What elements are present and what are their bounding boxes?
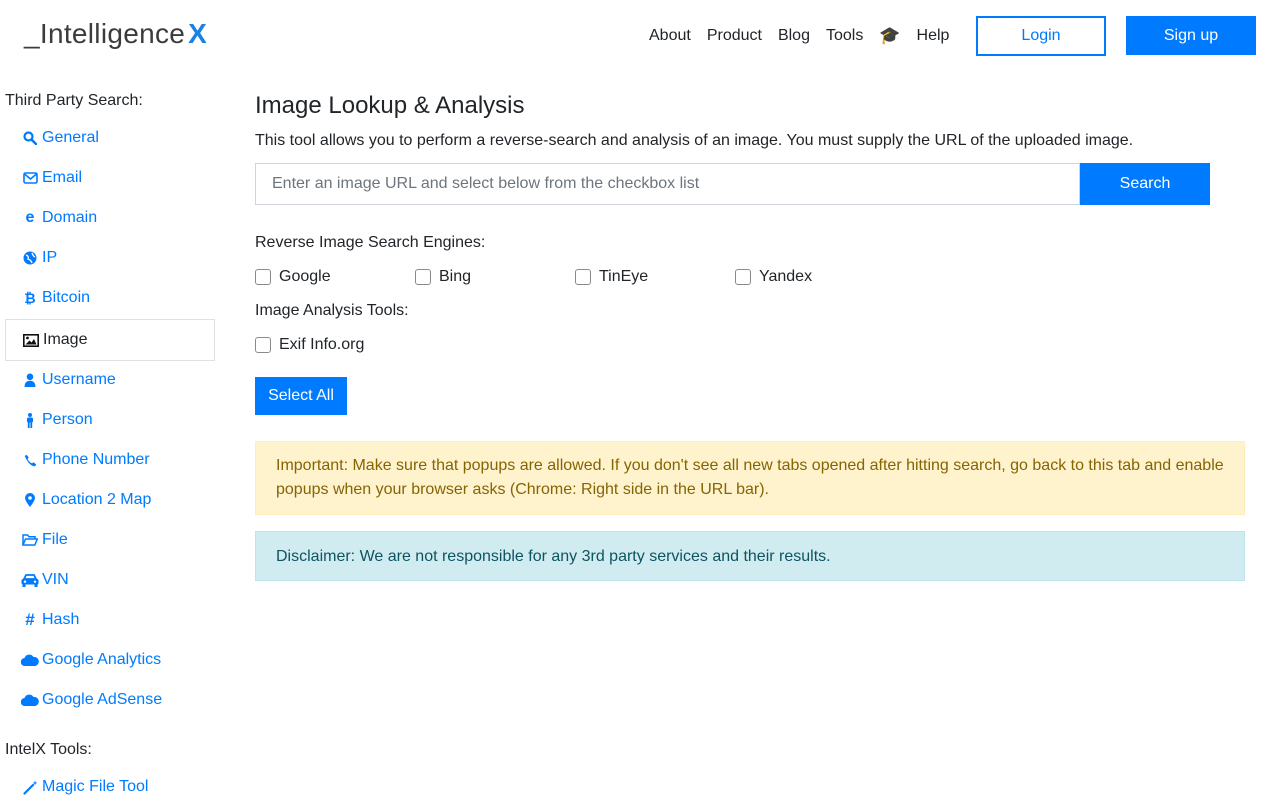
hashtag-icon: #: [25, 610, 35, 629]
sidebar-item-hash[interactable]: # Hash: [5, 600, 215, 640]
sidebar-item-person[interactable]: Person: [5, 400, 215, 440]
sidebar-item-label: Username: [42, 371, 116, 388]
image-url-input[interactable]: [255, 163, 1080, 205]
sidebar-item-label: VIN: [42, 571, 69, 588]
logo-x: X: [188, 18, 208, 49]
sidebar-item-vin[interactable]: VIN: [5, 560, 215, 600]
sidebar-item-label: Bitcoin: [42, 289, 91, 306]
popup-warning-alert: Important: Make sure that popups are all…: [255, 441, 1245, 515]
sidebar-item-label: Google Analytics: [42, 651, 162, 668]
login-button[interactable]: Login: [976, 16, 1106, 56]
checkbox-label: Exif Info.org: [279, 336, 365, 353]
checkbox-tineye[interactable]: TinEye: [575, 268, 735, 286]
sidebar-item-file[interactable]: File: [5, 520, 215, 560]
checkbox-box[interactable]: [575, 269, 591, 285]
checkbox-google[interactable]: Google: [255, 268, 415, 286]
main-nav: About Product Blog Tools 🎓 Help: [649, 26, 965, 46]
search-button[interactable]: Search: [1080, 163, 1210, 205]
sidebar-item-google-analytics[interactable]: Google Analytics: [5, 640, 215, 680]
sidebar-item-location-2-map[interactable]: Location 2 Map: [5, 480, 215, 520]
checkbox-label: Yandex: [759, 268, 813, 285]
phone-icon: [21, 454, 39, 467]
sidebar-item-label: Domain: [42, 209, 98, 226]
checkbox-box[interactable]: [255, 337, 271, 353]
user-icon: [21, 373, 39, 387]
nav-product[interactable]: Product: [707, 27, 762, 45]
nav-about[interactable]: About: [649, 27, 691, 45]
logo-text: _Intelligence: [24, 18, 186, 49]
checkbox-yandex[interactable]: Yandex: [735, 268, 895, 286]
sidebar-item-label: Image: [43, 331, 88, 348]
page-description: This tool allows you to perform a revers…: [255, 132, 1134, 149]
car-icon: [21, 573, 39, 587]
bitcoin-icon: ₿: [24, 290, 36, 306]
signup-button[interactable]: Sign up: [1126, 16, 1256, 55]
checkbox-label: Bing: [439, 268, 472, 285]
envelope-icon: [21, 172, 39, 184]
sidebar-item-label: Google AdSense: [42, 691, 163, 708]
page-title: Image Lookup & Analysis: [255, 92, 525, 119]
sidebar-item-label: Hash: [42, 611, 80, 628]
folder-open-icon: [21, 534, 39, 546]
image-icon: [22, 333, 40, 347]
globe-icon: [21, 251, 39, 265]
search-icon: [21, 131, 39, 145]
map-marker-icon: [21, 493, 39, 507]
search-bar: Search: [255, 163, 1210, 205]
intelx-tools-title: IntelX Tools:: [5, 741, 92, 758]
magic-wand-icon: [21, 780, 39, 795]
checkbox-bing[interactable]: Bing: [415, 268, 575, 286]
checkbox-label: Google: [279, 268, 331, 285]
person-icon: [21, 412, 39, 428]
sidebar-item-label: File: [42, 531, 68, 548]
sidebar-item-bitcoin[interactable]: ₿ Bitcoin: [5, 278, 215, 318]
nav-tools[interactable]: Tools: [826, 27, 863, 45]
sidebar-item-general[interactable]: General: [5, 118, 215, 158]
sidebar-item-ip[interactable]: IP: [5, 238, 215, 278]
checkbox-box[interactable]: [255, 269, 271, 285]
sidebar-item-phone-number[interactable]: Phone Number: [5, 440, 215, 480]
checkbox-box[interactable]: [415, 269, 431, 285]
sidebar-item-label: General: [42, 129, 99, 146]
sidebar-item-label: Email: [42, 169, 83, 186]
image-analysis-tools-label: Image Analysis Tools:: [255, 302, 409, 319]
third-party-search-title: Third Party Search:: [5, 92, 143, 109]
checkbox-exif-info[interactable]: Exif Info.org: [255, 336, 415, 354]
sidebar-item-email[interactable]: Email: [5, 158, 215, 198]
sidebar-item-username[interactable]: Username: [5, 360, 215, 400]
sidebar-item-magic-file-tool[interactable]: Magic File Tool: [5, 767, 215, 800]
sidebar-item-label: Person: [42, 411, 93, 428]
checkbox-box[interactable]: [735, 269, 751, 285]
sidebar-item-domain[interactable]: e Domain: [5, 198, 215, 238]
internet-explorer-icon: e: [25, 209, 35, 226]
nav-help[interactable]: Help: [917, 27, 950, 45]
analysis-checkbox-row: Exif Info.org: [255, 336, 415, 354]
sidebar-item-image[interactable]: Image: [5, 319, 215, 361]
disclaimer-alert: Disclaimer: We are not responsible for a…: [255, 531, 1245, 581]
sidebar-item-label: Location 2 Map: [42, 491, 152, 508]
top-header: _Intelligence X About Product Blog Tools …: [0, 0, 1280, 72]
engines-checkbox-row: Google Bing TinEye Yandex: [255, 268, 895, 286]
sidebar-item-google-adsense[interactable]: Google AdSense: [5, 680, 215, 720]
cloud-icon: [21, 654, 39, 666]
checkbox-label: TinEye: [599, 268, 649, 285]
intelligence-x-logo[interactable]: _Intelligence X: [24, 18, 207, 50]
sidebar-item-label: Magic File Tool: [42, 778, 149, 795]
select-all-button[interactable]: Select All: [255, 377, 347, 415]
nav-blog[interactable]: Blog: [778, 27, 810, 45]
sidebar-item-label: IP: [42, 249, 58, 266]
graduation-cap-icon[interactable]: 🎓: [879, 26, 900, 46]
reverse-search-engines-label: Reverse Image Search Engines:: [255, 234, 486, 251]
sidebar-item-label: Phone Number: [42, 451, 150, 468]
cloud-icon: [21, 694, 39, 706]
